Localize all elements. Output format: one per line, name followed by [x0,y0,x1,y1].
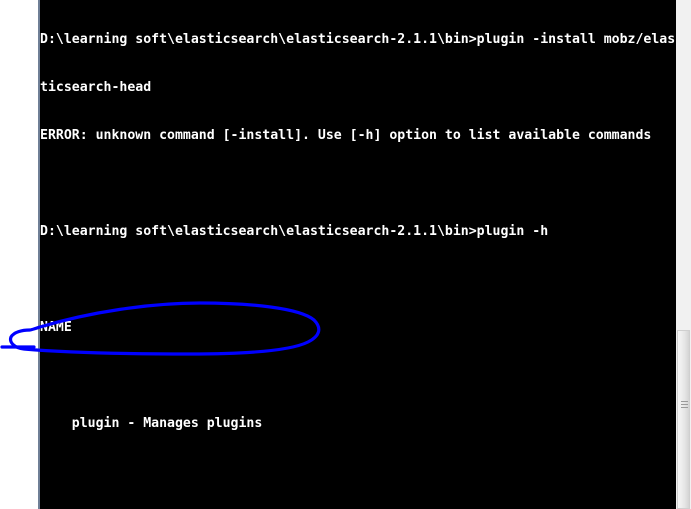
scrollbar-thumb[interactable] [677,330,690,509]
screenshot-root: D:\learning soft\elasticsearch\elasticse… [0,0,691,509]
terminal-line: D:\learning soft\elasticsearch\elasticse… [40,32,676,47]
terminal-line: plugin - Manages plugins [40,416,263,431]
terminal-output: D:\learning soft\elasticsearch\elasticse… [38,0,676,509]
command-prompt-window[interactable]: D:\learning soft\elasticsearch\elasticse… [38,0,676,509]
terminal-line: ticsearch-head [40,80,152,95]
terminal-line: D:\learning soft\elasticsearch\elasticse… [40,224,549,239]
scrollbar-grip-icon [681,401,688,410]
terminal-line: NAME [40,320,72,335]
page-left-margin [0,0,38,509]
vertical-scrollbar[interactable] [676,0,691,509]
terminal-line: ERROR: unknown command [-install]. Use [… [40,128,652,143]
